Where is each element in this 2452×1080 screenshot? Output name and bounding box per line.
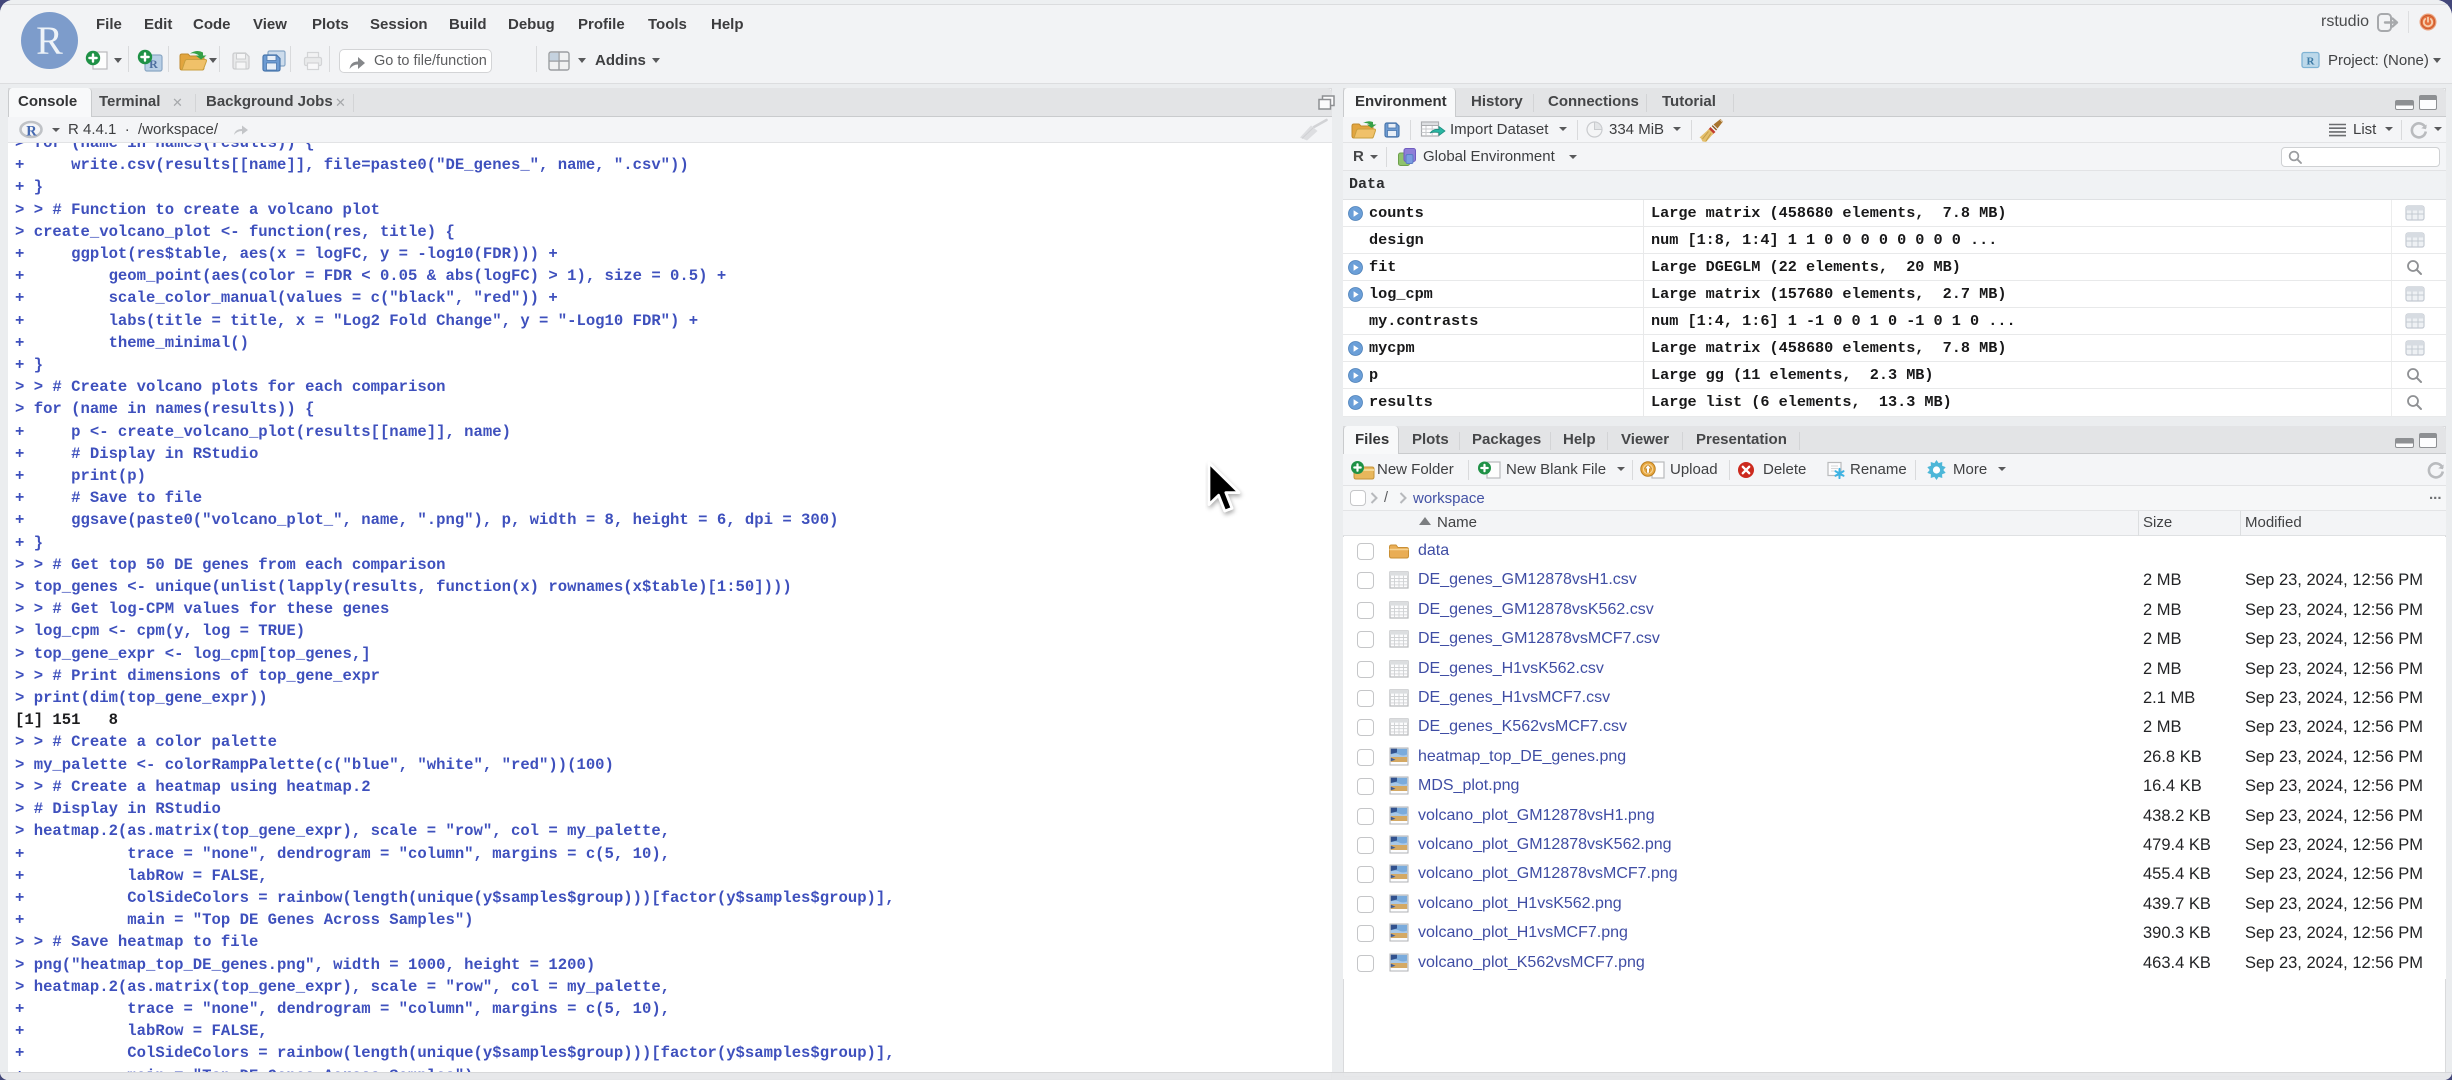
- svg-text:R: R: [36, 18, 63, 63]
- svg-text:R: R: [2307, 56, 2316, 68]
- svg-text:R: R: [26, 124, 37, 140]
